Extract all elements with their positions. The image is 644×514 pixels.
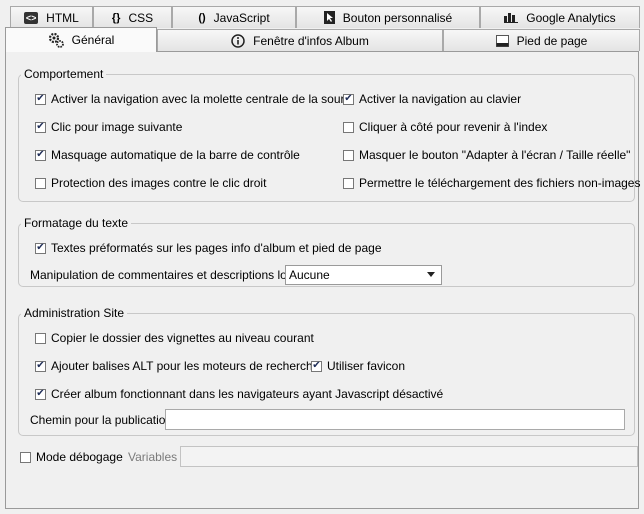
checkbox-label: Activer la navigation au clavier xyxy=(359,92,522,106)
javascript-icon: () xyxy=(198,11,206,24)
checkbox-label: Activer la navigation avec la molette ce… xyxy=(51,92,354,106)
tab-css[interactable]: {} CSS xyxy=(93,6,172,28)
checkbox-box-checked[interactable]: ✔ xyxy=(35,388,46,400)
checkbox-box-checked[interactable]: ✔ xyxy=(35,360,46,372)
checkbox-box-checked[interactable]: ✔ xyxy=(35,242,46,254)
manipulation-select[interactable]: Aucune xyxy=(285,265,442,285)
variables-input[interactable] xyxy=(180,446,638,467)
checkbox-box-checked[interactable]: ✔ xyxy=(35,149,46,161)
info-icon xyxy=(231,33,245,48)
html-icon: <> xyxy=(24,11,39,24)
tab-fenetre-infos-album[interactable]: Fenêtre d'infos Album xyxy=(157,29,443,51)
checkbox-sans-javascript[interactable]: ✔ Créer album fonctionnant dans les navi… xyxy=(35,387,443,401)
select-value: Aucune xyxy=(289,268,330,282)
checkbox-label: Copier le dossier des vignettes au nivea… xyxy=(51,331,314,345)
tab-general[interactable]: Général xyxy=(5,27,157,52)
group-title: Administration Site xyxy=(24,306,125,320)
group-title: Comportement xyxy=(24,67,104,81)
tab-label: HTML xyxy=(46,10,79,25)
checkbox-box[interactable] xyxy=(343,177,354,189)
tab-row-bottom: Général Fenêtre d'infos Album Pied de pa… xyxy=(0,27,644,52)
checkbox-box[interactable] xyxy=(35,332,46,344)
tab-label: Général xyxy=(71,33,115,47)
css-braces-icon: {} xyxy=(111,11,121,24)
checkbox-favicon[interactable]: ✔ Utiliser favicon xyxy=(311,359,405,373)
checkbox-clic-image-suivante[interactable]: ✔ Clic pour image suivante xyxy=(35,120,182,134)
chevron-down-icon xyxy=(427,272,435,277)
checkbox-molette[interactable]: ✔ Activer la navigation avec la molette … xyxy=(35,92,353,106)
tab-label: Pied de page xyxy=(516,33,588,48)
tab-google-analytics[interactable]: Google Analytics xyxy=(480,6,640,28)
checkbox-box[interactable] xyxy=(35,177,46,189)
checkbox-box-checked[interactable]: ✔ xyxy=(35,93,46,105)
checkbox-box-checked[interactable]: ✔ xyxy=(35,121,46,133)
checkbox-cliquer-a-cote[interactable]: Cliquer à côté pour revenir à l'index xyxy=(343,120,547,134)
cursor-icon xyxy=(323,11,335,24)
chemin-publication-label: Chemin pour la publication xyxy=(30,413,173,427)
checkbox-label: Clic pour image suivante xyxy=(51,120,183,134)
tab-javascript[interactable]: () JavaScript xyxy=(172,6,296,28)
tab-row-top: <> HTML {} CSS () JavaScript Bouton pers… xyxy=(0,6,644,28)
checkbox-label: Ajouter balises ALT pour les moteurs de … xyxy=(51,359,320,373)
checkbox-box-checked[interactable]: ✔ xyxy=(311,360,322,372)
chemin-publication-input[interactable] xyxy=(165,409,625,430)
checkbox-label: Cliquer à côté pour revenir à l'index xyxy=(359,120,548,134)
tab-html[interactable]: <> HTML xyxy=(10,6,93,28)
checkbox-box[interactable] xyxy=(343,121,354,133)
checkbox-label: Protection des images contre le clic dro… xyxy=(51,176,267,190)
gear-icon xyxy=(48,32,64,48)
tab-label: Google Analytics xyxy=(526,10,616,25)
tab-label: Bouton personnalisé xyxy=(342,10,453,25)
footer-icon xyxy=(495,34,509,47)
checkbox-protection-images[interactable]: Protection des images contre le clic dro… xyxy=(35,176,266,190)
checkbox-telechargement[interactable]: Permettre le téléchargement des fichiers… xyxy=(343,176,640,190)
checkbox-label: Mode débogage xyxy=(36,450,123,464)
tab-pied-de-page[interactable]: Pied de page xyxy=(443,29,640,51)
checkbox-textes-preformates[interactable]: ✔ Textes préformatés sur les pages info … xyxy=(35,241,382,255)
checkbox-label: Permettre le téléchargement des fichiers… xyxy=(359,176,641,190)
checkbox-box-checked[interactable]: ✔ xyxy=(343,93,354,105)
tab-label: JavaScript xyxy=(213,10,270,25)
group-title: Formatage du texte xyxy=(24,216,129,230)
manipulation-label: Manipulation de commentaires et descript… xyxy=(30,268,307,282)
checkbox-label: Créer album fonctionnant dans les naviga… xyxy=(51,387,444,401)
checkbox-box[interactable] xyxy=(20,451,31,463)
tab-label: Fenêtre d'infos Album xyxy=(253,33,369,48)
checkbox-label: Masquer le bouton "Adapter à l'écran / T… xyxy=(359,148,631,162)
checkbox-label: Utiliser favicon xyxy=(327,359,406,373)
general-panel: Comportement ✔ Activer la navigation ave… xyxy=(5,51,640,509)
checkbox-clavier[interactable]: ✔ Activer la navigation au clavier xyxy=(343,92,521,106)
checkbox-masquage-barre[interactable]: ✔ Masquage automatique de la barre de co… xyxy=(35,148,300,162)
checkbox-mode-debogage[interactable]: Mode débogage xyxy=(20,450,123,464)
variables-label: Variables xyxy=(128,450,178,464)
tab-bouton-personnalise[interactable]: Bouton personnalisé xyxy=(296,6,480,28)
checkbox-label: Masquage automatique de la barre de cont… xyxy=(51,148,300,162)
checkbox-balises-alt[interactable]: ✔ Ajouter balises ALT pour les moteurs d… xyxy=(35,359,319,373)
checkbox-box[interactable] xyxy=(343,149,354,161)
checkbox-copier-vignettes[interactable]: Copier le dossier des vignettes au nivea… xyxy=(35,331,314,345)
bar-chart-icon xyxy=(504,12,519,23)
checkbox-label: Textes préformatés sur les pages info d'… xyxy=(51,241,382,255)
tab-label: CSS xyxy=(128,10,154,25)
checkbox-masquer-bouton-adapter[interactable]: Masquer le bouton "Adapter à l'écran / T… xyxy=(343,148,630,162)
